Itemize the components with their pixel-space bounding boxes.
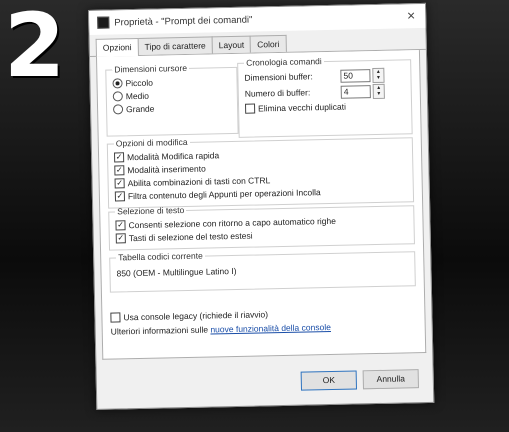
radio-button[interactable] <box>112 103 124 114</box>
text-selection-legend: Selezione di testo <box>117 205 185 217</box>
dialog-footer: OK Annulla <box>96 350 433 409</box>
checkbox-label: Tasti di selezione del testo estesi <box>128 230 253 243</box>
buffer-count-stepper[interactable]: ▲ ▼ <box>372 83 385 99</box>
checkbox-checked[interactable]: ✓ <box>114 190 126 201</box>
discard-duplicates-row[interactable]: Elimina vecchi duplicati <box>244 98 405 114</box>
checkbox-checked[interactable]: ✓ <box>113 151 125 162</box>
ok-button[interactable]: OK <box>300 370 358 391</box>
radio-grande[interactable]: Grande <box>112 100 231 115</box>
radio-label: Grande <box>125 103 155 114</box>
checkbox-checked[interactable]: ✓ <box>115 232 126 243</box>
discard-duplicates-checkbox[interactable] <box>244 103 256 114</box>
buffer-size-input[interactable]: 50 <box>340 68 371 83</box>
radio-button-selected[interactable] <box>112 77 123 89</box>
checkbox-label: Modalità inserimento <box>127 163 206 175</box>
tab-colori[interactable]: Colori <box>250 34 287 53</box>
codepage-legend: Tabella codici corrente <box>118 250 203 263</box>
tab-opzioni[interactable]: Opzioni <box>95 37 139 57</box>
console-features-link[interactable]: nuove funzionalità della console <box>210 322 331 335</box>
radio-button[interactable] <box>112 90 123 101</box>
down-arrow-icon[interactable]: ▼ <box>373 74 383 80</box>
cursor-size-group: Dimensioni cursore Piccolo Medio Grande <box>105 61 239 137</box>
legacy-console-label: Usa console legacy (richiede il riavvio) <box>123 308 269 322</box>
legacy-console-checkbox[interactable] <box>110 311 121 323</box>
dialog-title: Proprietà - "Prompt dei comandi" <box>114 14 253 28</box>
radio-label: Medio <box>125 90 150 101</box>
cancel-button[interactable]: Annulla <box>362 369 419 390</box>
cursor-size-legend: Dimensioni cursore <box>114 62 188 75</box>
properties-dialog: Proprietà - "Prompt dei comandi" × Opzio… <box>88 2 435 410</box>
buffer-size-stepper[interactable]: ▲ ▼ <box>372 67 385 83</box>
more-info-text: Ulteriori informazioni sulle nuove funzi… <box>111 322 331 337</box>
discard-duplicates-label: Elimina vecchi duplicati <box>257 101 347 113</box>
options-panel: Dimensioni cursore Piccolo Medio Grande … <box>95 50 427 360</box>
close-icon[interactable]: × <box>407 7 416 23</box>
checkbox-checked[interactable]: ✓ <box>114 177 125 188</box>
buffer-count-label: Numero di buffer: <box>244 87 311 99</box>
legacy-console-row[interactable]: Usa console legacy (richiede il riavvio) <box>110 307 268 323</box>
down-arrow-icon[interactable]: ▼ <box>374 90 384 96</box>
checkbox-label: Modalità Modifica rapida <box>126 149 220 162</box>
tab-layout[interactable]: Layout <box>211 35 252 54</box>
console-app-icon <box>97 16 110 29</box>
command-history-legend: Cronologia comandi <box>246 56 322 68</box>
codepage-group: Tabella codici corrente 850 (OEM - Multi… <box>109 246 416 293</box>
buffer-size-label: Dimensioni buffer: <box>244 71 313 83</box>
edit-options-legend: Opzioni di modifica <box>115 136 188 149</box>
command-history-group: Cronologia comandi Dimensioni buffer: 50… <box>237 54 413 138</box>
tab-tipo-carattere[interactable]: Tipo di carattere <box>137 36 213 55</box>
text-selection-group: Selezione di testo ✓ Consenti selezione … <box>108 200 415 251</box>
checkbox-label: Filtra contenuto degli Appunti per opera… <box>127 186 321 201</box>
more-info-prefix: Ulteriori informazioni sulle <box>110 324 211 337</box>
checkbox-checked[interactable]: ✓ <box>115 219 126 230</box>
edit-options-group: Opzioni di modifica ✓ Modalità Modifica … <box>106 132 415 209</box>
step-number: 2 <box>4 0 65 97</box>
checkbox-checked[interactable]: ✓ <box>114 164 125 175</box>
buffer-count-input[interactable]: 4 <box>340 84 371 99</box>
radio-label: Piccolo <box>125 77 154 88</box>
